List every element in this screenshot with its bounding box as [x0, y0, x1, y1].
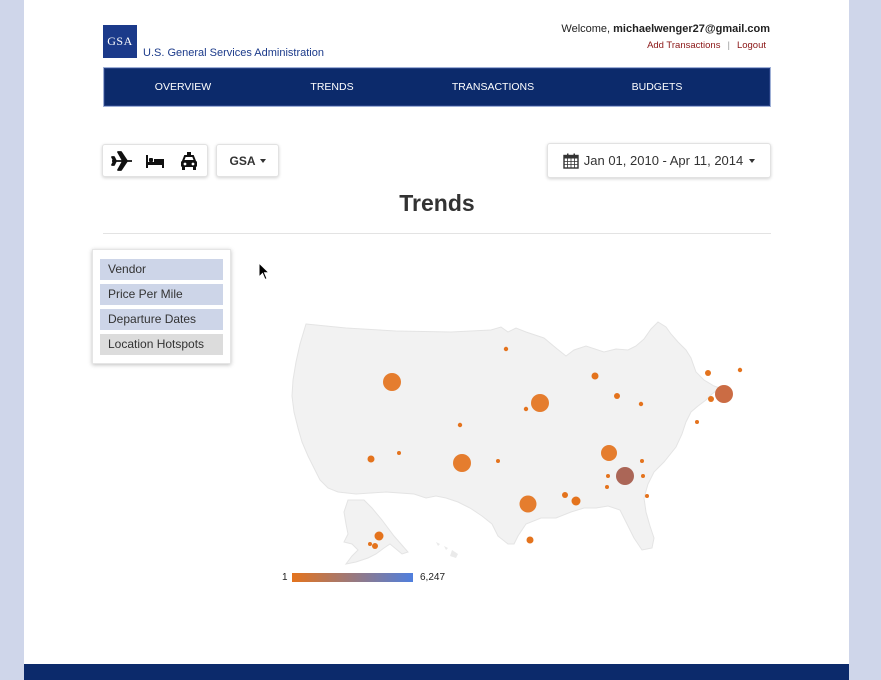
hotspot-bubble — [614, 393, 620, 399]
welcome-prefix: Welcome, — [561, 23, 614, 35]
add-transactions-link[interactable]: Add Transactions — [647, 40, 720, 51]
calendar-icon — [563, 153, 579, 169]
logo-text: GSA — [107, 34, 133, 48]
user-email: michaelwenger27@gmail.com — [613, 23, 770, 35]
agency-name: U.S. General Services Administration — [143, 47, 324, 59]
hotspot-bubble — [708, 396, 714, 402]
chevron-down-icon — [259, 158, 266, 163]
gsa-logo[interactable]: GSA — [103, 25, 137, 58]
hotspot-bubble — [367, 455, 375, 463]
travel-type-group — [102, 144, 208, 177]
welcome-message: Welcome, michaelwenger27@gmail.com — [561, 23, 770, 35]
airplane-icon[interactable] — [111, 151, 133, 171]
main-nav: OVERVIEW TRENDS TRANSACTIONS BUDGETS — [103, 67, 771, 107]
nav-trends[interactable]: TRENDS — [310, 81, 353, 93]
legend-min-label: 1 — [282, 572, 288, 583]
bed-icon[interactable] — [145, 153, 165, 169]
menu-item-vendor[interactable]: Vendor — [100, 259, 223, 280]
date-range-label: Jan 01, 2010 - Apr 11, 2014 — [583, 153, 744, 168]
hotspot-bubble — [601, 445, 617, 461]
us-hotspot-map[interactable] — [286, 312, 766, 574]
link-separator: | — [727, 40, 730, 51]
hotspot-bubble — [453, 454, 471, 472]
legend-max-label: 6,247 — [420, 572, 446, 583]
hotspot-bubble — [368, 542, 372, 546]
hotspot-bubble — [503, 346, 509, 352]
hotspot-bubble — [591, 372, 599, 380]
hotspot-bubble — [526, 536, 534, 544]
map-land-hawaii — [436, 542, 458, 558]
menu-item-price-per-mile[interactable]: Price Per Mile — [100, 284, 223, 305]
legend-color-scale — [292, 573, 413, 582]
chevron-down-icon — [749, 158, 756, 163]
date-range-picker[interactable]: Jan 01, 2010 - Apr 11, 2014 — [547, 143, 771, 178]
hotspot-bubble — [606, 474, 610, 478]
hotspot-bubble — [638, 401, 644, 407]
map-land-alaska — [343, 499, 409, 565]
mouse-cursor-icon — [258, 262, 270, 281]
agency-dropdown[interactable]: GSA — [216, 144, 279, 177]
nav-overview[interactable]: OVERVIEW — [155, 81, 211, 93]
hotspot-bubble — [496, 459, 500, 463]
hotspot-bubble — [374, 531, 384, 541]
hotspot-bubble — [641, 474, 645, 478]
hotspot-bubble — [397, 451, 401, 455]
page-title: Trends — [399, 190, 475, 216]
hotspot-bubble — [571, 496, 581, 506]
page: GSA U.S. General Services Administration… — [24, 0, 849, 680]
hotspot-bubble — [640, 459, 644, 463]
logout-link[interactable]: Logout — [737, 40, 766, 51]
divider — [103, 233, 771, 234]
hotspot-bubble — [457, 422, 463, 428]
hotspot-bubble — [519, 495, 537, 513]
hotspot-bubble — [705, 370, 711, 376]
nav-budgets[interactable]: BUDGETS — [632, 81, 683, 93]
hotspot-bubble — [562, 492, 568, 498]
agency-dropdown-label: GSA — [229, 153, 256, 168]
footer-bar — [24, 664, 849, 680]
car-icon[interactable] — [179, 151, 199, 171]
hotspot-bubble — [372, 543, 378, 549]
trend-type-menu: Vendor Price Per Mile Departure Dates Lo… — [92, 249, 231, 364]
hotspot-bubble — [715, 385, 733, 403]
nav-transactions[interactable]: TRANSACTIONS — [452, 81, 534, 93]
hotspot-bubble — [616, 467, 634, 485]
menu-item-location-hotspots[interactable]: Location Hotspots — [100, 334, 223, 355]
menu-item-departure-dates[interactable]: Departure Dates — [100, 309, 223, 330]
hotspot-bubble — [531, 394, 549, 412]
hotspot-bubble — [645, 494, 649, 498]
hotspot-bubble — [737, 367, 743, 373]
hotspot-bubble — [383, 373, 401, 391]
hotspot-bubble — [523, 406, 529, 412]
hotspot-bubble — [605, 485, 609, 489]
user-links: Add Transactions | Logout — [647, 40, 766, 51]
hotspot-bubble — [695, 420, 699, 424]
